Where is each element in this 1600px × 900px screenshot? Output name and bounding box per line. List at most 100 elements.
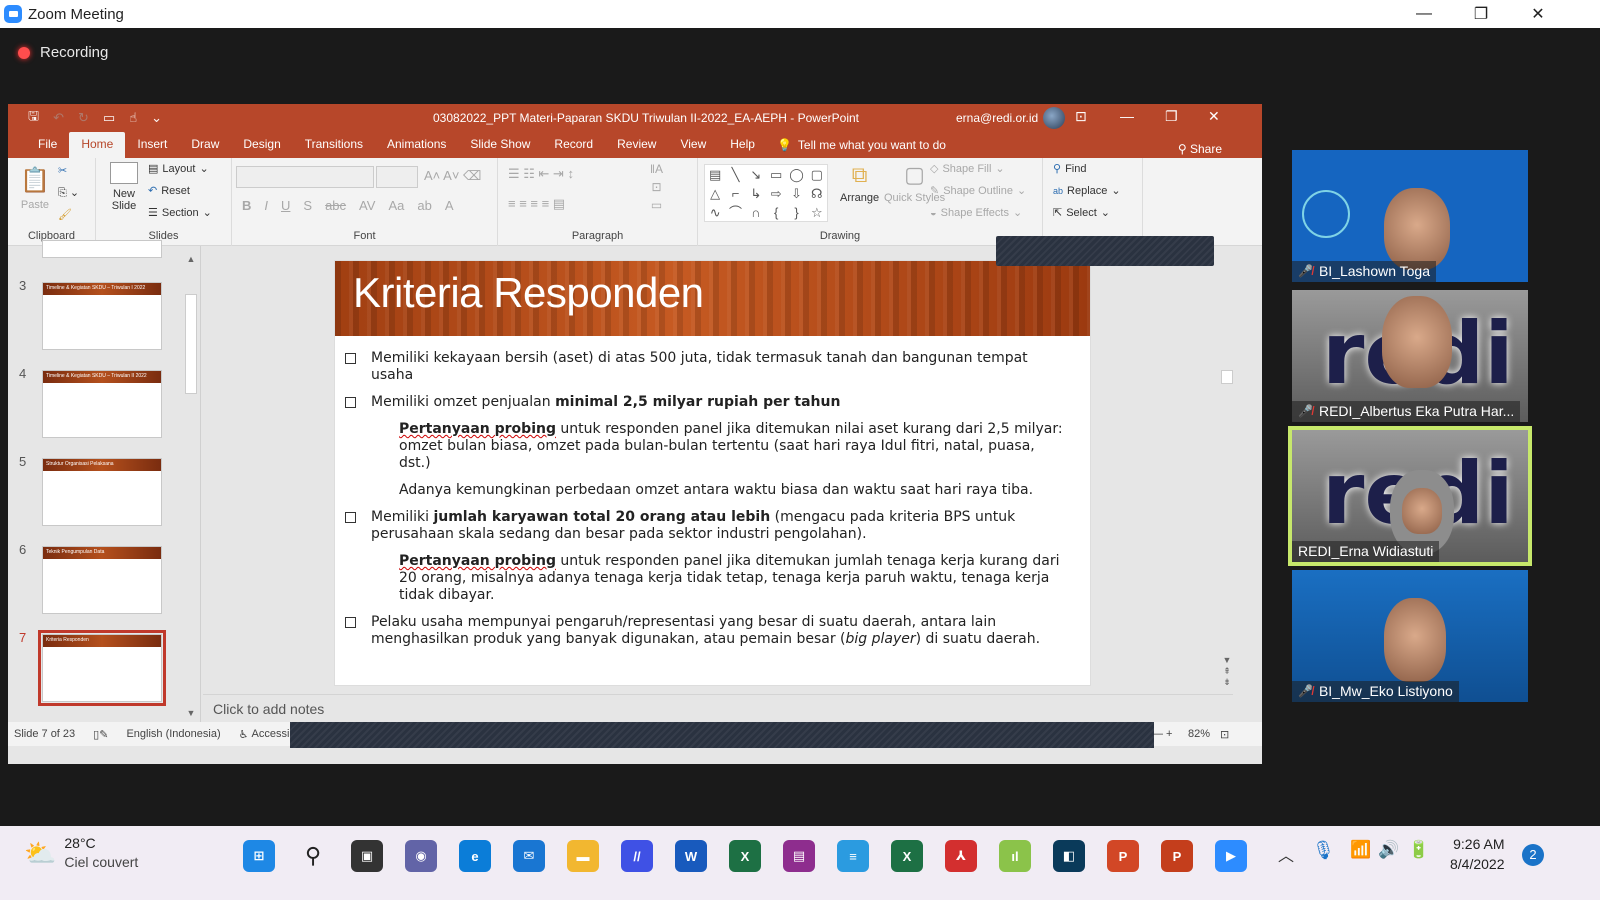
copy-icon[interactable]: ⎘ ⌄ (58, 186, 79, 200)
font-format-buttons[interactable]: B I U Sabc AV Aa ab A (242, 198, 453, 213)
taskbar-winrar-icon[interactable]: ▤ (783, 840, 815, 872)
thumbnail-slide-2[interactable] (42, 240, 162, 258)
shapes-gallery[interactable]: ▤ ╲ ↘ ▭ ◯ ▢ △ ⌐ ↳ ⇨ ⇩ ☊ ∿ ⌒ ∩{} ☆ (704, 164, 828, 222)
tab-design[interactable]: Design (231, 132, 292, 158)
user-avatar[interactable] (1043, 107, 1065, 129)
taskbar-zoom-icon[interactable]: ▶ (1215, 840, 1247, 872)
zoom-level[interactable]: 82% (1188, 728, 1210, 740)
slide-scroll-thumb[interactable] (1221, 370, 1233, 384)
microphone-icon[interactable]: 🎙 (1312, 840, 1335, 861)
font-size-controls[interactable]: A˄ A˅ ⌫ (424, 168, 481, 184)
new-slide-button[interactable]: New Slide (106, 162, 142, 212)
redo-icon[interactable]: ↻ (78, 110, 89, 126)
thumbnail-slide-5[interactable]: Struktur Organisasi Pelaksana (42, 458, 162, 526)
shape-fill-button[interactable]: ◇ Shape Fill ⌄ (930, 162, 1005, 176)
current-slide[interactable]: Kriteria Responden Memiliki kekayaan ber… (334, 260, 1091, 686)
list-indent-buttons[interactable]: ☰ ☷ ⇤ ⇥ ↕ (508, 166, 574, 182)
participant-tile-active-speaker[interactable]: redi REDI_Erna Widiastuti (1288, 426, 1532, 566)
prev-next-slide-icon[interactable]: ▼ ⇞ ⇟ (1220, 655, 1234, 688)
tab-animations[interactable]: Animations (375, 132, 458, 158)
thumbnail-slide-6[interactable]: Teknik Pengumpulan Data (42, 546, 162, 614)
tab-review[interactable]: Review (605, 132, 668, 158)
ribbon-display-icon[interactable]: ⊡ (1075, 108, 1087, 125)
tell-me-search[interactable]: 💡 Tell me what you want to do (767, 132, 946, 158)
ppt-restore-button[interactable]: ❐ (1165, 108, 1178, 125)
find-button[interactable]: ⚲ Find (1053, 162, 1086, 176)
minimize-button[interactable]: — (1395, 0, 1453, 28)
ppt-minimize-button[interactable]: — (1120, 108, 1134, 124)
tab-home[interactable]: Home (69, 132, 126, 158)
taskbar-word-icon[interactable]: W (675, 840, 707, 872)
slide-body[interactable]: Memiliki kekayaan bersih (aset) di atas … (335, 336, 1090, 648)
system-clock[interactable]: 9:26 AM 8/4/2022 (1450, 834, 1505, 874)
tab-file[interactable]: File (26, 132, 69, 158)
ppt-close-button[interactable]: ✕ (1208, 108, 1220, 125)
shape-effects-button[interactable]: ◒ Shape Effects ⌄ (930, 206, 1022, 220)
notes-pane[interactable]: Click to add notes (203, 694, 1233, 720)
close-button[interactable]: ✕ (1509, 0, 1567, 28)
touch-mode-icon[interactable]: ☝ (129, 110, 137, 126)
tab-insert[interactable]: Insert (125, 132, 179, 158)
taskbar-teams-chat-icon[interactable]: ◉ (405, 840, 437, 872)
restore-button[interactable]: ❐ (1452, 0, 1510, 28)
tab-slide-show[interactable]: Slide Show (458, 132, 542, 158)
tab-record[interactable]: Record (542, 132, 605, 158)
thumbnail-scrollbar[interactable]: ▲ ▼ (184, 254, 198, 718)
scroll-thumb[interactable] (185, 294, 197, 394)
tab-transitions[interactable]: Transitions (293, 132, 375, 158)
wifi-icon[interactable]: 📶 (1350, 840, 1371, 860)
participant-tile[interactable]: redi 🎤̸REDI_Albertus Eka Putra Har... (1292, 290, 1528, 422)
alignment-buttons[interactable]: ≡ ≡ ≡ ≡ ▤ (508, 196, 565, 212)
thumbnail-slide-7[interactable]: Kriteria Responden (38, 630, 166, 706)
tab-view[interactable]: View (668, 132, 718, 158)
slide-scrollbar[interactable]: ▼ ⇞ ⇟ (1220, 246, 1234, 692)
taskbar-excel-green-icon[interactable]: X (729, 840, 761, 872)
taskbar-file-explorer-icon[interactable]: ▬ (567, 840, 599, 872)
taskbar-app-teal-icon[interactable]: ◧ (1053, 840, 1085, 872)
text-direction-buttons[interactable]: ‖A ⊡ ▭ (650, 162, 663, 212)
paste-button[interactable]: 📋 Paste (20, 166, 50, 211)
scroll-down-icon[interactable]: ▼ (184, 708, 198, 718)
slide-title[interactable]: Kriteria Responden (353, 269, 704, 317)
taskbar-mail-icon[interactable]: ✉ (513, 840, 545, 872)
reset-button[interactable]: ↶ Reset (148, 184, 190, 198)
layout-button[interactable]: ▤ Layout ⌄ (148, 162, 209, 176)
accessibility-icon[interactable]: ♿ (239, 728, 249, 741)
taskbar-chart-app-icon[interactable]: ıl (999, 840, 1031, 872)
weather-widget[interactable]: ⛅ 28°C Ciel couvert (24, 834, 138, 872)
font-size-dropdown[interactable] (376, 166, 418, 188)
fit-slide-icon[interactable]: ⊡ (1220, 728, 1229, 741)
tab-draw[interactable]: Draw (179, 132, 231, 158)
font-name-dropdown[interactable] (236, 166, 374, 188)
section-button[interactable]: ☰ Section ⌄ (148, 206, 212, 220)
volume-icon[interactable]: 🔊 (1378, 840, 1399, 860)
undo-icon[interactable]: ↶ (53, 110, 64, 126)
thumbnail-slide-4[interactable]: Timeline & Kegiatan SKDU – Triwulan II 2… (42, 370, 162, 438)
select-button[interactable]: ⇱ Select ⌄ (1053, 206, 1110, 220)
shape-outline-button[interactable]: ✎ Shape Outline ⌄ (930, 184, 1026, 198)
taskbar-start-icon[interactable]: ⊞ (243, 840, 275, 872)
taskbar-powerpoint-round-icon[interactable]: P (1107, 840, 1139, 872)
user-email[interactable]: erna@redi.or.id (956, 111, 1038, 125)
format-painter-icon[interactable]: 🖌 (58, 208, 72, 221)
notes-icon[interactable]: ▯✎ (93, 728, 108, 741)
taskbar-acrobat-icon[interactable]: ⅄ (945, 840, 977, 872)
participant-tile[interactable]: 🎤̸ BI_Lashown Toga (1292, 150, 1528, 282)
battery-icon[interactable]: 🔋 (1408, 840, 1429, 860)
replace-button[interactable]: ab Replace ⌄ (1053, 184, 1121, 198)
tab-help[interactable]: Help (718, 132, 767, 158)
taskbar-search-icon[interactable]: ⚲ (297, 840, 329, 872)
taskbar-notepad-icon[interactable]: ≡ (837, 840, 869, 872)
participant-tile[interactable]: 🎤̸ BI_Mw_Eko Listiyono (1292, 570, 1528, 702)
taskbar-powerpoint-icon[interactable]: P (1161, 840, 1193, 872)
share-button[interactable]: ⚲ Share (1178, 142, 1222, 156)
taskbar-app-blue-icon[interactable]: // (621, 840, 653, 872)
save-icon[interactable]: 🖫 (28, 107, 39, 129)
scroll-up-icon[interactable]: ▲ (184, 254, 198, 264)
cut-icon[interactable]: ✂ (58, 164, 67, 177)
taskbar-edge-icon[interactable]: e (459, 840, 491, 872)
zoom-slider[interactable]: — + (1152, 728, 1172, 740)
show-hidden-icons[interactable]: ︿ (1278, 842, 1294, 866)
taskbar-task-view-icon[interactable]: ▣ (351, 840, 383, 872)
notification-badge[interactable]: 2 (1522, 844, 1544, 866)
